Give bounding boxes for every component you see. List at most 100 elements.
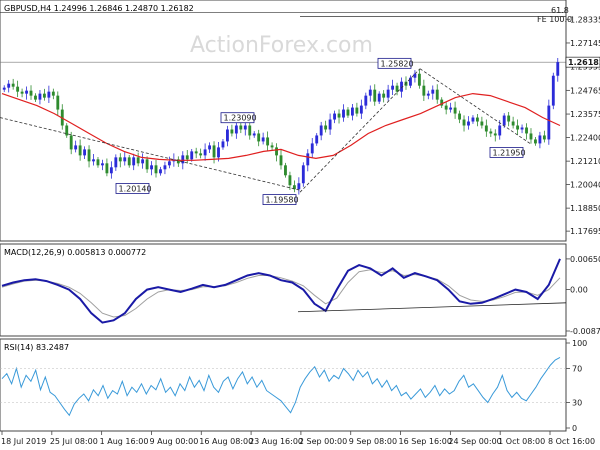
candle-body: [306, 153, 310, 166]
x-tick-label: 16 Aug 08:00: [199, 437, 253, 446]
macd-panel-frame: [0, 243, 567, 337]
candle-body: [270, 145, 274, 148]
candle-body: [51, 91, 55, 96]
candle-body: [123, 157, 127, 162]
candle-body: [444, 105, 448, 110]
candle-body: [29, 90, 33, 96]
candle-body: [141, 159, 145, 164]
candle-body: [368, 89, 372, 96]
candle-body: [453, 107, 457, 114]
candle-body: [83, 149, 87, 156]
candle-body: [350, 107, 354, 116]
candle-body: [471, 117, 475, 122]
candle-body: [284, 165, 287, 176]
price-tick-label: 1.18850: [570, 204, 600, 213]
candle-body: [310, 143, 314, 154]
candle-body: [69, 135, 73, 150]
candle-body: [511, 121, 515, 126]
macd-tick-label: -0.008776: [570, 327, 600, 336]
candle-body: [319, 125, 323, 136]
candle-body: [417, 73, 421, 86]
price-tick-label: 1.20040: [570, 180, 600, 189]
candle-body: [2, 87, 6, 90]
candle-body: [520, 127, 524, 130]
candle-body: [542, 135, 546, 140]
rsi-line: [1, 356, 561, 417]
candle-body: [409, 77, 412, 86]
candle-body: [422, 85, 426, 96]
candle-body: [266, 137, 270, 146]
candle-body: [493, 133, 497, 136]
price-label-text: 1.19580: [266, 196, 299, 205]
candle-body: [167, 161, 171, 166]
x-tick-label: 24 Sep 00:00: [448, 437, 501, 446]
rsi-layer: [0, 356, 566, 417]
candle-body: [65, 125, 69, 136]
candle-body: [42, 93, 46, 98]
candle-body: [56, 95, 60, 110]
x-tick-label: 2 Sep 00:00: [299, 437, 347, 446]
candle-body: [181, 155, 185, 164]
candle-body: [101, 163, 104, 166]
candle-body: [382, 93, 386, 98]
forex-chart: ActionForex.com GBPUSD,H4 1.24996 1.2684…: [0, 0, 600, 446]
x-tick-label: 9 Sep 08:00: [349, 437, 397, 446]
candle-body: [431, 89, 435, 94]
candle-body: [252, 133, 256, 136]
macd-trendline: [297, 302, 567, 313]
candle-body: [243, 125, 247, 130]
candle-body: [226, 129, 229, 142]
candle-body: [47, 91, 51, 98]
candle-body: [145, 159, 149, 170]
candle-body: [114, 157, 118, 168]
trendline-channel-up: [299, 68, 421, 193]
price-tick-label: 1.24765: [570, 86, 600, 95]
price-label-text: 1.23090: [224, 114, 257, 123]
candle-body: [386, 89, 390, 98]
x-tick-label: 1 Aug 16:00: [100, 437, 149, 446]
candle-body: [534, 139, 537, 144]
x-tick-label: 9 Aug 00:00: [149, 437, 198, 446]
macd-header: MACD(12,26,9) 0.005813 0.000772: [4, 248, 146, 257]
rsi-tick-label: 0: [572, 424, 577, 433]
candle-body: [467, 121, 470, 126]
candle-body: [136, 157, 140, 164]
candle-body: [373, 89, 377, 102]
rsi-tick-label: 30: [572, 399, 582, 408]
candle-body: [154, 165, 158, 174]
candle-body: [16, 86, 20, 92]
candle-body: [529, 133, 533, 140]
x-tick-label: 8 Oct 16:00: [548, 437, 595, 446]
candle-body: [324, 125, 328, 130]
candle-body: [301, 165, 305, 184]
price-label-text: 1.20140: [119, 184, 152, 193]
x-tick-label: 1 Oct 08:00: [498, 437, 545, 446]
candle-body: [257, 133, 261, 142]
candle-body: [413, 73, 417, 78]
candle-body: [342, 109, 345, 118]
candle-body: [190, 151, 194, 160]
candle-body: [435, 89, 439, 100]
candle-body: [364, 95, 368, 106]
candle-body: [315, 135, 319, 144]
rsi-tick-label: 100: [572, 339, 587, 348]
candle-body: [426, 93, 430, 96]
macd-layer: [1, 258, 567, 324]
candle-body: [96, 159, 100, 166]
candle-body: [391, 85, 395, 90]
candle-body: [328, 119, 332, 130]
macd-signal-line: [1, 269, 561, 318]
watermark: ActionForex.com: [190, 33, 373, 58]
price-tick-label: 1.17695: [570, 227, 600, 236]
current-price-label: 1.26182: [568, 58, 600, 67]
candle-body: [261, 137, 265, 142]
candle-body: [538, 135, 542, 144]
rsi-header: RSI(14) 83.2487: [4, 343, 69, 352]
x-tick-label: 25 Jul 08:00: [50, 437, 98, 446]
candle-body: [194, 151, 198, 154]
candle-body: [234, 125, 238, 134]
candle-body: [163, 165, 167, 170]
candle-body: [203, 149, 207, 156]
candle-body: [475, 117, 479, 122]
macd-line: [1, 258, 561, 324]
